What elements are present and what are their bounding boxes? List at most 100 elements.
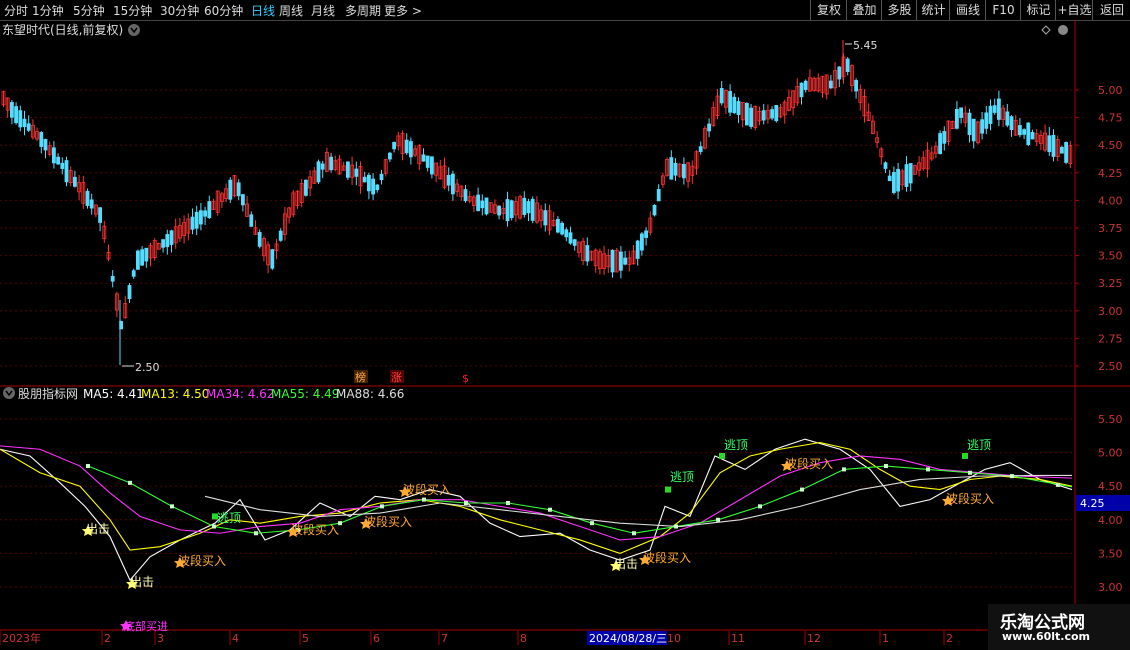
candle-body <box>992 105 997 113</box>
candle-body <box>564 229 569 238</box>
ma55-marker <box>170 504 174 509</box>
tab-8[interactable]: 月线 <box>311 2 335 19</box>
candle-body <box>673 162 678 176</box>
marker-bang: 榜 <box>355 370 366 384</box>
candle-body <box>18 110 23 128</box>
candle-body <box>161 239 166 248</box>
candle-body <box>404 139 409 154</box>
candle-body <box>127 285 132 300</box>
candle-body <box>732 96 737 114</box>
candle-body <box>530 198 535 221</box>
tab-4[interactable]: 30分钟 <box>160 2 199 19</box>
strike-label-1: 出击 <box>130 575 154 589</box>
band-buy-label-0: 波段买入 <box>178 553 226 568</box>
candle-body <box>610 249 615 273</box>
toolbar-button-3[interactable]: 统计 <box>916 0 950 20</box>
candle-body <box>228 179 233 200</box>
ma55-marker <box>632 531 636 536</box>
tab-0[interactable]: 分时 <box>4 2 28 19</box>
ma55-marker <box>800 487 804 492</box>
price-tick-label: 3.00 <box>1098 305 1123 318</box>
escape-top-square <box>665 486 671 493</box>
time-label-6: 7 <box>441 632 448 645</box>
time-label-2: 3 <box>157 632 164 645</box>
candle-body <box>887 175 892 182</box>
chart-title: 东望时代(日线,前复权) <box>2 22 123 37</box>
candle-body <box>450 173 455 195</box>
candle-body <box>543 210 548 226</box>
candle-body <box>366 174 371 192</box>
candle-body <box>560 222 564 235</box>
period-toolbar: 分时 1分钟 5分钟 15分钟 30分钟 60分钟 日线 周线 月线 多周期 更多 > 复权 叠加 多股统… <box>0 0 1130 21</box>
candle-body <box>1009 116 1014 130</box>
candle-body <box>379 173 384 181</box>
toolbar-button-2[interactable]: 多股 <box>881 0 917 20</box>
ma55-marker <box>380 504 384 509</box>
tab-9[interactable]: 多周期 <box>345 2 381 19</box>
candle-body <box>140 249 145 266</box>
ma13-line <box>0 441 1073 554</box>
toolbar-button-6[interactable]: 标记 <box>1020 0 1056 20</box>
candle-body <box>484 197 489 215</box>
candle-body <box>572 239 577 246</box>
candle-body <box>997 98 1001 120</box>
ma88-line <box>204 474 1072 528</box>
escape-top-label-3: 逃顶 <box>967 438 991 452</box>
time-label-5: 6 <box>373 632 380 645</box>
toolbar-button-8[interactable]: 返回 <box>1092 0 1130 20</box>
candle-body <box>955 108 959 129</box>
candle-body <box>169 230 174 245</box>
legend-4: MA88: 4.66 <box>336 387 404 401</box>
ma55-marker <box>716 517 720 522</box>
candle-body <box>421 154 426 162</box>
ma55-marker <box>128 480 132 485</box>
candle-body <box>774 104 779 122</box>
strike-label-0: 出击 <box>86 522 110 536</box>
candle-body <box>497 205 502 216</box>
tab-6[interactable]: 日线 <box>251 2 275 19</box>
candle-body <box>362 176 367 183</box>
toolbar-button-0[interactable]: 复权 <box>810 0 847 20</box>
tab-7[interactable]: 周线 <box>279 2 303 19</box>
candle-body <box>85 190 90 206</box>
tab-10[interactable]: 更多 > <box>384 2 422 19</box>
candle-body <box>345 161 350 178</box>
watermark-url: www.60lt.com <box>1002 630 1091 643</box>
time-label-4: 5 <box>302 632 309 645</box>
candle-body <box>270 249 275 269</box>
toolbar-button-4[interactable]: 画线 <box>949 0 986 20</box>
candle-body <box>745 102 749 126</box>
indicator-tick-label: 3.50 <box>1098 547 1123 560</box>
toolbar-button-5[interactable]: F10 <box>985 0 1021 20</box>
time-label-11: 1 <box>882 632 889 645</box>
time-label-12: 2 <box>946 632 953 645</box>
tab-1[interactable]: 1分钟 <box>32 2 64 19</box>
toolbar-button-7[interactable]: +自选 <box>1055 0 1093 20</box>
bottom-buy-label: 底部买进 <box>124 619 168 633</box>
candle-body <box>1018 125 1022 136</box>
band-buy-label-5: 波段买入 <box>785 456 833 471</box>
candle-body <box>803 80 808 90</box>
candle-body <box>39 132 44 147</box>
indicator-tick-label: 5.50 <box>1098 413 1123 426</box>
ma55-marker <box>1056 482 1060 487</box>
candle-body <box>387 152 392 160</box>
time-label-0: 2023年 <box>2 631 41 645</box>
candle-body <box>60 162 65 169</box>
indicator-tick-label: 3.00 <box>1098 581 1123 594</box>
tab-2[interactable]: 5分钟 <box>73 2 105 19</box>
title-dropdown-icon[interactable] <box>128 24 140 36</box>
tab-5[interactable]: 60分钟 <box>204 2 243 19</box>
candle-body <box>652 204 657 216</box>
ma55-marker <box>884 464 888 469</box>
candle-body <box>9 102 14 118</box>
ma55-marker <box>464 501 468 505</box>
indicator-dropdown-icon[interactable] <box>3 387 15 399</box>
candle-body <box>190 216 195 230</box>
ma55-marker <box>254 531 258 536</box>
diamond-icon[interactable] <box>1041 25 1051 35</box>
candle-body <box>249 214 254 227</box>
settings-icon[interactable] <box>1058 25 1068 35</box>
toolbar-button-1[interactable]: 叠加 <box>846 0 882 20</box>
tab-3[interactable]: 15分钟 <box>113 2 152 19</box>
